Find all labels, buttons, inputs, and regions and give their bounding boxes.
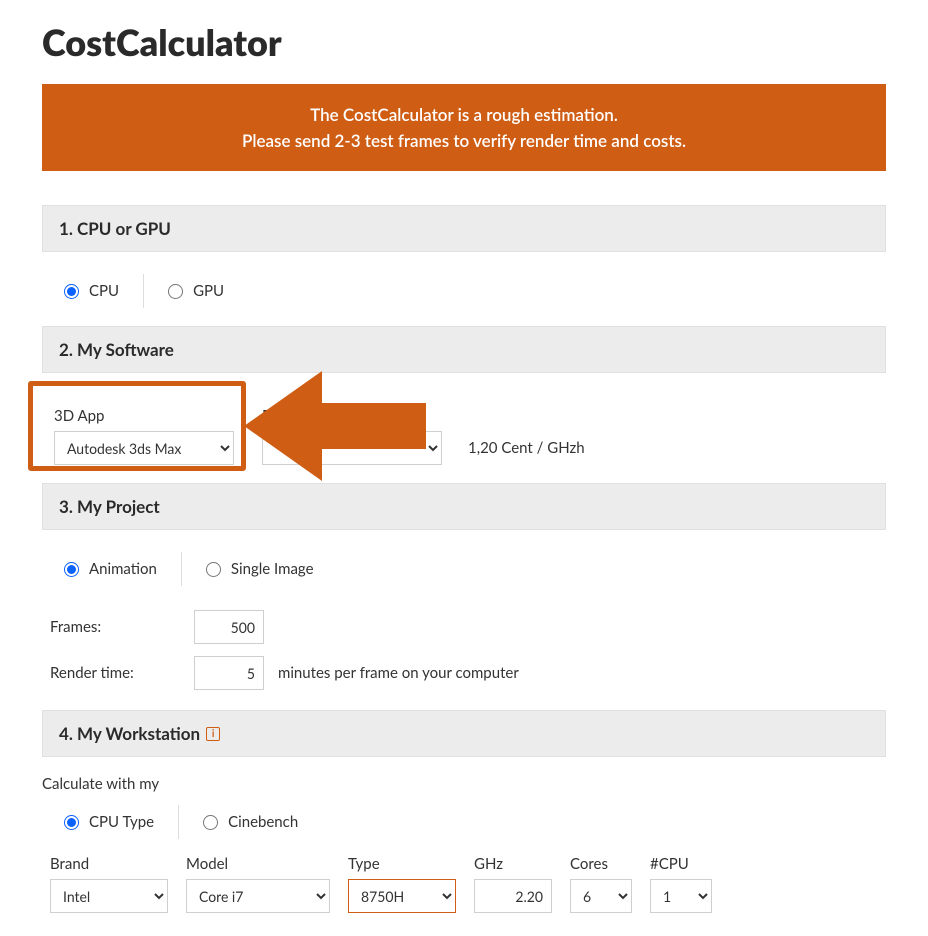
rendertime-input[interactable] — [194, 656, 264, 690]
rendertime-row: Render time: minutes per frame on your c… — [42, 650, 886, 696]
3d-app-label: 3D App — [54, 407, 244, 425]
brand-select[interactable]: Intel — [50, 879, 168, 913]
cores-select[interactable]: 6 — [570, 879, 632, 913]
calc-method-radios: CPU Type Cinebench — [42, 801, 886, 853]
radio-cpu-label: CPU — [89, 282, 119, 300]
section-2-title: 2. My Software — [59, 339, 174, 360]
radio-single-image[interactable]: Single Image — [206, 560, 314, 578]
rendertime-label: Render time: — [50, 664, 180, 682]
renderer-select[interactable] — [262, 431, 442, 465]
cpu-gpu-radios: CPU GPU — [42, 270, 886, 326]
frames-input[interactable] — [194, 610, 264, 644]
radio-single-image-label: Single Image — [231, 560, 314, 578]
ghz-label: GHz — [474, 855, 552, 873]
model-label: Model — [186, 855, 330, 873]
radio-gpu-label: GPU — [193, 282, 224, 300]
radio-cinebench-input[interactable] — [203, 815, 218, 830]
radio-animation[interactable]: Animation — [64, 560, 157, 578]
divider — [143, 274, 144, 308]
renderer-label: Renderer — [262, 407, 442, 425]
radio-cpu-type-input[interactable] — [64, 815, 79, 830]
radio-animation-label: Animation — [89, 560, 157, 578]
estimation-banner: The CostCalculator is a rough estimation… — [42, 84, 886, 171]
section-4-header: 4. My Workstation i — [42, 710, 886, 757]
radio-gpu[interactable]: GPU — [168, 282, 224, 300]
section-1-title: 1. CPU or GPU — [59, 218, 171, 239]
frames-row: Frames: — [42, 604, 886, 650]
cores-label: Cores — [570, 855, 632, 873]
section-3-title: 3. My Project — [59, 496, 160, 517]
workstation-row: Brand Intel Model Core i7 Type 8750H GHz… — [42, 853, 886, 913]
radio-cinebench[interactable]: Cinebench — [203, 813, 298, 831]
price-text: 1,20 Cent / GHzh — [468, 439, 585, 465]
calc-with-label: Calculate with my — [42, 775, 886, 801]
project-type-radios: Animation Single Image — [42, 548, 886, 604]
info-icon[interactable]: i — [206, 727, 220, 741]
model-select[interactable]: Core i7 — [186, 879, 330, 913]
radio-cpu-type-label: CPU Type — [89, 813, 154, 831]
divider — [178, 805, 179, 839]
divider — [181, 552, 182, 586]
type-label: Type — [348, 855, 456, 873]
ncpu-select[interactable]: 1 — [650, 879, 712, 913]
radio-gpu-input[interactable] — [168, 284, 183, 299]
3d-app-select[interactable]: Autodesk 3ds Max — [54, 431, 234, 465]
ghz-input[interactable] — [474, 879, 552, 913]
radio-cpu-type[interactable]: CPU Type — [64, 813, 154, 831]
radio-cpu-input[interactable] — [64, 284, 79, 299]
section-1-header: 1. CPU or GPU — [42, 205, 886, 252]
radio-cpu[interactable]: CPU — [64, 282, 119, 300]
section-4-title: 4. My Workstation — [59, 723, 200, 744]
ncpu-label: #CPU — [650, 855, 712, 873]
section-3-header: 3. My Project — [42, 483, 886, 530]
page-title: CostCalculator — [42, 20, 886, 64]
radio-animation-input[interactable] — [64, 562, 79, 577]
software-row: 3D App Autodesk 3ds Max Renderer 1,20 Ce… — [42, 391, 886, 483]
banner-line-2: Please send 2-3 test frames to verify re… — [52, 128, 876, 154]
section-2-header: 2. My Software — [42, 326, 886, 373]
banner-line-1: The CostCalculator is a rough estimation… — [52, 102, 876, 128]
radio-single-image-input[interactable] — [206, 562, 221, 577]
radio-cinebench-label: Cinebench — [228, 813, 298, 831]
frames-label: Frames: — [50, 618, 180, 636]
type-select[interactable]: 8750H — [348, 879, 456, 913]
rendertime-suffix: minutes per frame on your computer — [278, 664, 519, 682]
brand-label: Brand — [50, 855, 168, 873]
